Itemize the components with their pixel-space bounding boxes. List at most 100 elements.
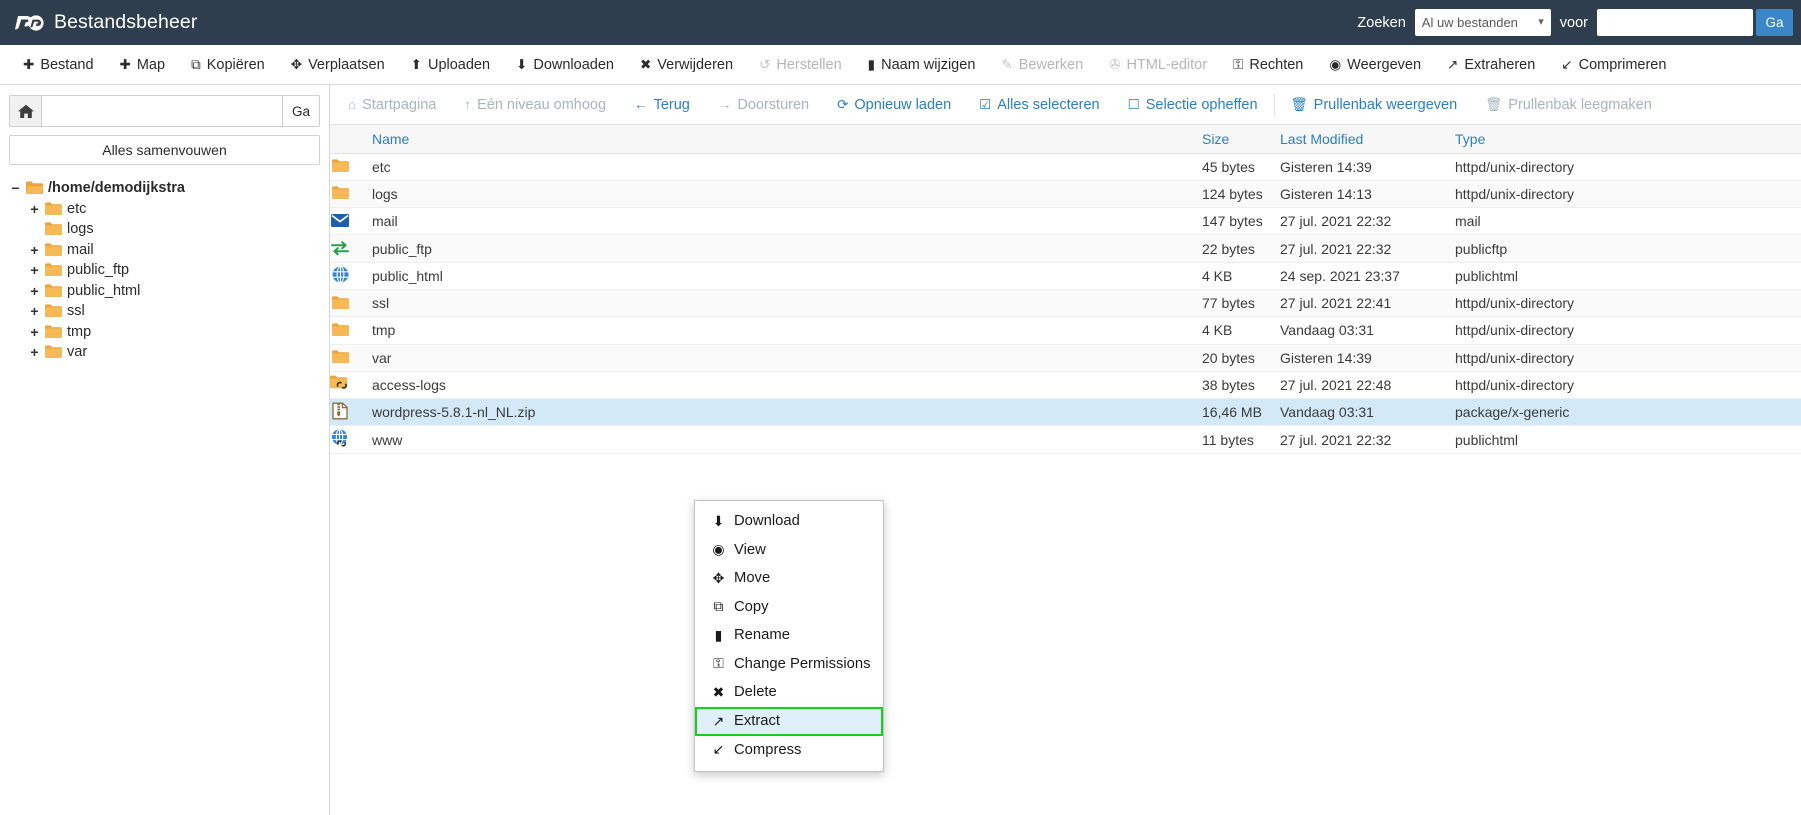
- nav-item-alles-selecteren[interactable]: ☑ Alles selecteren: [965, 85, 1113, 124]
- column-header-type[interactable]: Type: [1455, 125, 1801, 154]
- file-name-cell[interactable]: tmp: [372, 316, 1202, 345]
- column-header-last-modified[interactable]: Last Modified: [1280, 125, 1455, 154]
- file-name-cell[interactable]: www: [372, 425, 1202, 454]
- path-input[interactable]: [42, 95, 282, 127]
- tree-node-var[interactable]: + var: [29, 342, 320, 363]
- search-go-button[interactable]: Ga: [1756, 9, 1793, 36]
- file-name-cell[interactable]: access-logs: [372, 371, 1202, 400]
- nav-item-terug[interactable]: ← Terug: [620, 85, 704, 124]
- context-menu-item-extract[interactable]: ↗ Extract: [695, 706, 883, 736]
- arrow-right-icon: →: [717, 97, 732, 112]
- tree-node-public_html[interactable]: + public_html: [29, 281, 320, 302]
- search-input[interactable]: [1597, 9, 1753, 36]
- nav-item-label: Terug: [653, 96, 690, 113]
- undo-icon: ↺: [759, 56, 771, 72]
- refresh-icon: ⟳: [837, 96, 849, 112]
- toolbar-item-extraheren[interactable]: ↗ Extraheren: [1434, 45, 1548, 84]
- context-menu-item-move[interactable]: ✥ Move: [695, 564, 883, 593]
- toolbar-item-comprimeren[interactable]: ↙ Comprimeren: [1548, 45, 1679, 84]
- search-scope-value: Al uw bestanden: [1421, 15, 1518, 30]
- tree-toggle-icon[interactable]: +: [29, 202, 40, 216]
- nav-item-doorsturen: → Doorsturen: [704, 85, 823, 124]
- toolbar-item-verwijderen[interactable]: ✖ Verwijderen: [627, 45, 746, 84]
- file-type-cell: package/x-generic: [1455, 398, 1801, 427]
- table-row[interactable]: var 20 bytes Gisteren 14:39 httpd/unix-dire…: [330, 344, 1801, 372]
- toolbar-item-label: Verwijderen: [657, 56, 734, 73]
- toolbar-item-weergeven[interactable]: ◉ Weergeven: [1316, 45, 1434, 84]
- collapse-all-button[interactable]: Alles samenvouwen: [9, 135, 320, 165]
- download-icon: ⬇: [516, 56, 528, 72]
- tree-node-public_ftp[interactable]: + public_ftp: [29, 260, 320, 281]
- table-row[interactable]: ssl 77 bytes 27 jul. 2021 22:41 httpd/unix-…: [330, 289, 1801, 318]
- table-row[interactable]: etc 45 bytes Gisteren 14:39 httpd/unix-dire…: [330, 153, 1801, 181]
- extract-icon: ↗: [712, 712, 725, 729]
- table-row[interactable]: wordpress-5.8.1-nl_NL.zip 16,46 MB Vandaag…: [330, 398, 1801, 427]
- nav-item-prullenbak-weergeven[interactable]: 🗑 Prullenbak weergeven: [1277, 85, 1472, 124]
- file-name-cell[interactable]: ssl: [372, 289, 1202, 318]
- tree-node-label: tmp: [67, 323, 92, 340]
- home-icon[interactable]: [9, 95, 42, 127]
- toolbar-item-verplaatsen[interactable]: ✥ Verplaatsen: [278, 45, 398, 84]
- table-row[interactable]: logs 124 bytes Gisteren 14:13 httpd/unix-di…: [330, 180, 1801, 209]
- search-area: Zoeken Al uw bestanden ▾ voor Ga: [1357, 9, 1793, 36]
- file-modified-cell: 24 sep. 2021 23:37: [1280, 262, 1455, 290]
- file-name-cell[interactable]: wordpress-5.8.1-nl_NL.zip: [372, 398, 1202, 427]
- nav-item-label: Doorsturen: [737, 96, 810, 113]
- file-modified-cell: 27 jul. 2021 22:32: [1280, 425, 1455, 454]
- table-row[interactable]: public_ftp 22 bytes 27 jul. 2021 22:32 publ…: [330, 234, 1801, 263]
- context-menu-item-label: Compress: [734, 741, 802, 758]
- context-menu-item-download[interactable]: ⬇ Download: [695, 507, 883, 536]
- context-menu-item-rename[interactable]: ▮ Rename: [695, 621, 883, 650]
- file-size-cell: 124 bytes: [1202, 180, 1280, 209]
- context-menu-item-label: Rename: [734, 627, 790, 644]
- tree-toggle-icon[interactable]: +: [29, 325, 40, 339]
- toolbar-item-naam-wijzigen[interactable]: ▮ Naam wijzigen: [855, 45, 989, 84]
- context-menu-item-view[interactable]: ◉ View: [695, 536, 883, 565]
- tree-node-logs[interactable]: +logs: [29, 219, 320, 240]
- file-icon: ▮: [714, 626, 723, 643]
- toolbar-item-label: Extraheren: [1464, 56, 1536, 73]
- context-menu-item-copy[interactable]: ⧉ Copy: [695, 593, 883, 622]
- tree-toggle-icon[interactable]: −: [10, 181, 21, 195]
- file-name-cell[interactable]: public_html: [372, 262, 1202, 290]
- toolbar-item-rechten[interactable]: ⚿ Rechten: [1220, 45, 1316, 84]
- tree-node-tmp[interactable]: + tmp: [29, 322, 320, 343]
- table-row[interactable]: mail 147 bytes 27 jul. 2021 22:32 mail: [330, 207, 1801, 236]
- file-size-cell: 147 bytes: [1202, 207, 1280, 236]
- toolbar-item-uploaden[interactable]: ⬆ Uploaden: [398, 45, 503, 84]
- tree-node-root[interactable]: − /home/demodijkstra: [10, 178, 320, 199]
- nav-item-opnieuw-laden[interactable]: ⟳ Opnieuw laden: [823, 85, 965, 124]
- table-row[interactable]: access-logs 38 bytes 27 jul. 2021 22:48 htt…: [330, 371, 1801, 400]
- tree-toggle-icon[interactable]: +: [29, 345, 40, 359]
- file-name-cell[interactable]: mail: [372, 207, 1202, 236]
- toolbar-item-kopi-ren[interactable]: ⧉ Kopiëren: [178, 45, 278, 84]
- tree-toggle-icon[interactable]: +: [29, 304, 40, 318]
- toolbar-item-bestand[interactable]: ✚ Bestand: [10, 45, 107, 84]
- file-name-cell[interactable]: logs: [372, 180, 1202, 209]
- table-row[interactable]: www 11 bytes 27 jul. 2021 22:32 publichtml: [330, 425, 1801, 454]
- tree-node-ssl[interactable]: + ssl: [29, 301, 320, 322]
- toolbar-item-map[interactable]: ✚ Map: [107, 45, 179, 84]
- column-header-size[interactable]: Size: [1202, 125, 1280, 154]
- folder-icon: [45, 222, 62, 236]
- tree-node-etc[interactable]: + etc: [29, 199, 320, 220]
- tree-node-mail[interactable]: + mail: [29, 240, 320, 261]
- search-scope-select[interactable]: Al uw bestanden ▾: [1414, 9, 1551, 36]
- file-icon-cell: [330, 180, 372, 209]
- table-row[interactable]: public_html 4 KB 24 sep. 2021 23:37 publich…: [330, 262, 1801, 290]
- toolbar-item-downloaden[interactable]: ⬇ Downloaden: [503, 45, 627, 84]
- context-menu-item-change-permissions[interactable]: ⚿ Change Permissions: [695, 650, 883, 679]
- file-name-cell[interactable]: public_ftp: [372, 234, 1202, 263]
- nav-item-selectie-opheffen[interactable]: ☐ Selectie opheffen: [1114, 85, 1272, 124]
- context-menu-item-delete[interactable]: ✖ Delete: [695, 678, 883, 707]
- table-row[interactable]: tmp 4 KB Vandaag 03:31 httpd/unix-directory: [330, 316, 1801, 345]
- path-go-button[interactable]: Ga: [282, 95, 320, 127]
- file-name-cell[interactable]: var: [372, 344, 1202, 372]
- context-menu-item-compress[interactable]: ↙ Compress: [695, 736, 883, 765]
- tree-toggle-icon[interactable]: +: [29, 284, 40, 298]
- tree-toggle-icon[interactable]: +: [29, 263, 40, 277]
- file-name-cell[interactable]: etc: [372, 153, 1202, 181]
- column-header-name[interactable]: Name: [372, 125, 1202, 154]
- tree-toggle-icon[interactable]: +: [29, 243, 40, 257]
- column-header-icon: [330, 125, 372, 154]
